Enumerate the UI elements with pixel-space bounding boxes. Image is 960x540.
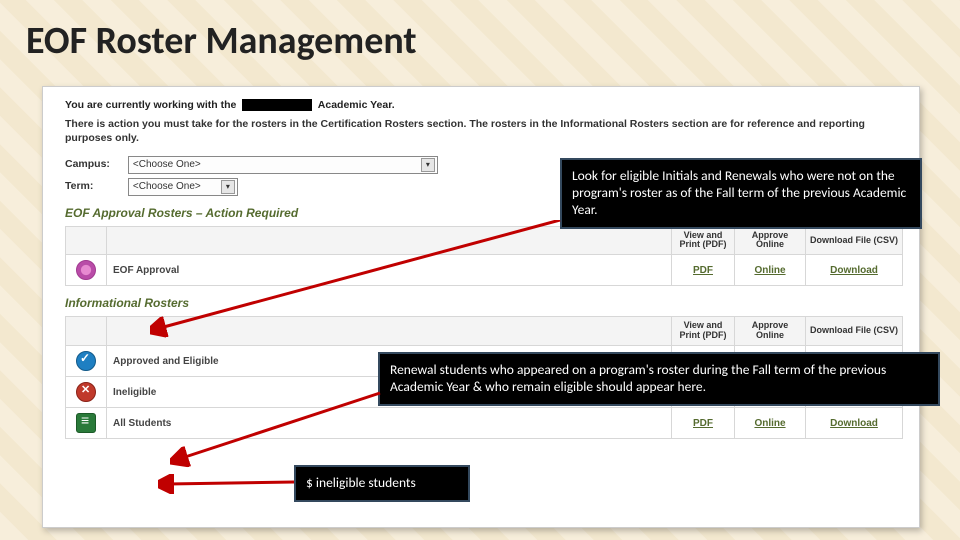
page-title: EOF Roster Management [26, 18, 417, 64]
screenshot-panel: You are currently working with the Acade… [42, 86, 920, 528]
chevron-down-icon: ▾ [421, 158, 435, 172]
row-name: All Students [107, 408, 672, 439]
online-link[interactable]: Online [754, 418, 785, 429]
working-year-line: You are currently working with the Acade… [65, 99, 903, 111]
chevron-down-icon: ▾ [221, 180, 235, 194]
th-pdf: View and Print (PDF) [672, 317, 735, 346]
th-download: Download File (CSV) [806, 226, 903, 255]
term-select[interactable]: <Choose One> ▾ [128, 178, 238, 196]
th-name [107, 226, 672, 255]
campus-label: Campus: [65, 158, 125, 170]
th-online: Approve Online [735, 317, 806, 346]
instruction-paragraph: There is action you must take for the ro… [65, 117, 903, 145]
list-icon [76, 413, 96, 433]
download-link[interactable]: Download [830, 265, 878, 276]
table-row: All Students PDF Online Download [66, 408, 903, 439]
working-suffix: Academic Year. [318, 99, 395, 111]
th-blank [66, 226, 107, 255]
check-icon [76, 351, 96, 371]
working-prefix: You are currently working with the [65, 99, 236, 111]
campus-select-value: <Choose One> [133, 159, 201, 170]
term-select-value: <Choose One> [133, 181, 201, 192]
callout-ineligible: $ ineligible students [294, 465, 470, 502]
redacted-year [242, 99, 312, 111]
th-name [107, 317, 672, 346]
approval-table: View and Print (PDF) Approve Online Down… [65, 226, 903, 287]
th-online: Approve Online [735, 226, 806, 255]
pdf-link[interactable]: PDF [693, 265, 713, 276]
th-download: Download File (CSV) [806, 317, 903, 346]
pdf-link[interactable]: PDF [693, 418, 713, 429]
callout-initials-renewals: Look for eligible Initials and Renewals … [560, 158, 922, 229]
callout-renewal-students: Renewal students who appeared on a progr… [378, 352, 940, 406]
row-name: EOF Approval [107, 255, 672, 286]
table-row: EOF Approval PDF Online Download [66, 255, 903, 286]
x-icon [76, 382, 96, 402]
th-pdf: View and Print (PDF) [672, 226, 735, 255]
th-blank [66, 317, 107, 346]
approval-icon [76, 260, 96, 280]
download-link[interactable]: Download [830, 418, 878, 429]
term-label: Term: [65, 180, 125, 192]
campus-select[interactable]: <Choose One> ▾ [128, 156, 438, 174]
online-link[interactable]: Online [754, 265, 785, 276]
section-informational: Informational Rosters [65, 296, 903, 310]
